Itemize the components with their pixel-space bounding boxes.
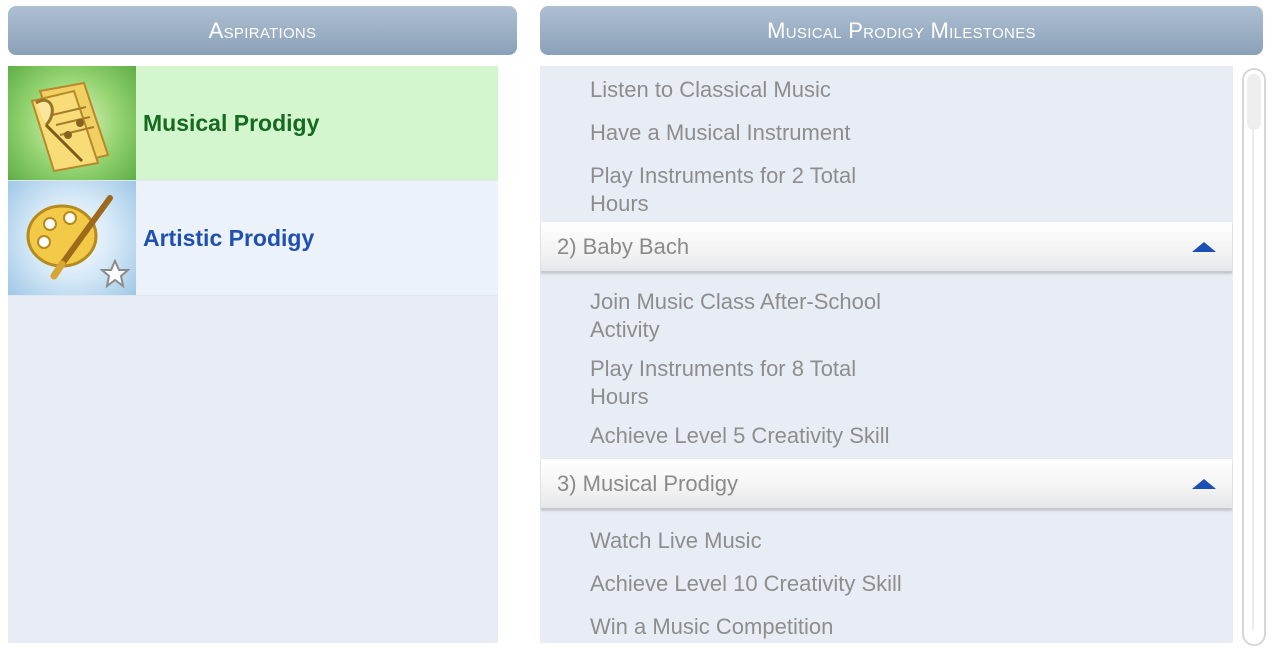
milestones-title: Musical Prodigy Milestones (767, 17, 1036, 43)
music-sheet-quill-icon (8, 66, 136, 180)
milestone-item: Play Instruments for 8 Total Hours (590, 356, 857, 409)
milestone-group-header[interactable]: 2) Baby Bach (541, 222, 1232, 273)
milestone-item: Achieve Level 10 Creativity Skill (590, 571, 902, 596)
milestone-item: Play Instruments for 2 Total Hours (590, 163, 857, 216)
aspiration-label: Musical Prodigy (143, 109, 320, 136)
milestone-item: Achieve Level 5 Creativity Skill (590, 423, 890, 448)
milestones-header: Musical Prodigy Milestones (540, 6, 1263, 55)
star-outline-icon (100, 259, 130, 289)
caret-up-icon[interactable] (1192, 241, 1216, 252)
aspirations-title: Aspirations (208, 17, 317, 43)
milestone-item: Join Music Class After-School Activity (590, 289, 881, 342)
milestone-group-header[interactable]: 3) Musical Prodigy (541, 459, 1232, 510)
paint-palette-brush-icon (8, 181, 136, 295)
scroll-thumb[interactable] (1247, 74, 1261, 130)
caret-up-icon[interactable] (1192, 478, 1216, 489)
scroll-track (1252, 130, 1254, 630)
aspirations-list: Musical Prodigy Artistic Prodigy (8, 66, 498, 643)
milestone-group-label: 3) Musical Prodigy (557, 470, 738, 496)
milestone-item: Watch Live Music (590, 528, 762, 553)
aspiration-item-musical-prodigy[interactable]: Musical Prodigy (8, 66, 498, 181)
milestone-item: Have a Musical Instrument (590, 120, 851, 145)
milestone-item: Listen to Classical Music (590, 77, 831, 102)
milestone-group-label: 2) Baby Bach (557, 233, 690, 259)
aspiration-label: Artistic Prodigy (143, 224, 315, 251)
milestones-scrollbar[interactable] (1242, 68, 1266, 646)
milestones-list: Listen to Classical Music Have a Musical… (540, 66, 1233, 643)
milestone-item: Win a Music Competition (590, 614, 834, 639)
aspirations-header: Aspirations (8, 6, 517, 55)
aspiration-item-artistic-prodigy[interactable]: Artistic Prodigy (8, 181, 498, 296)
